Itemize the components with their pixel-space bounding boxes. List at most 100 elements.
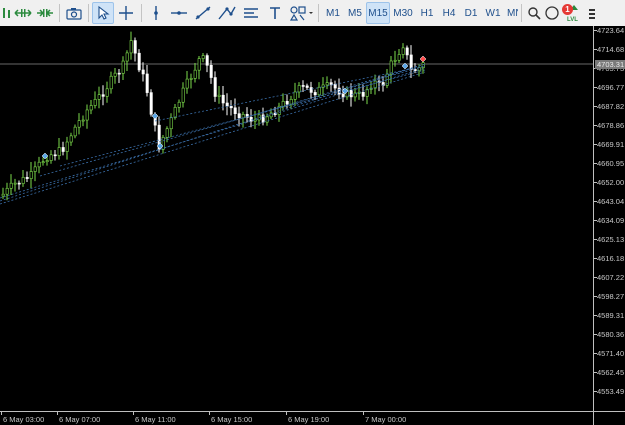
text-tool-button[interactable] (263, 2, 287, 24)
notifications-button[interactable] (543, 2, 563, 24)
levels-icon (589, 9, 595, 19)
candle-body (65, 141, 69, 152)
candle-body (237, 113, 241, 119)
toolbar-separator (59, 4, 60, 22)
tf-d1[interactable]: D1 (460, 2, 482, 24)
tf-m1[interactable]: M1 (322, 2, 344, 24)
candle-body (37, 161, 41, 168)
candle-body (285, 101, 289, 105)
candlestick-chart (0, 31, 593, 205)
search-button[interactable] (525, 2, 543, 24)
candle-body (25, 177, 29, 179)
camera-icon (66, 8, 82, 20)
candle-body (361, 92, 365, 97)
timeframe-bar: M1 M5 M15 M30 H1 H4 D1 W1 MN (322, 2, 518, 24)
candle-body (325, 82, 329, 86)
tf-m15[interactable]: M15 (366, 2, 390, 24)
time-tick (133, 412, 134, 415)
candle-body (185, 78, 189, 89)
text-icon (270, 7, 280, 19)
candle-body (73, 126, 77, 137)
candle-body (105, 88, 109, 97)
price-scale[interactable]: 4723.644714.684705.734696.774687.824678.… (593, 26, 625, 411)
candle-body (305, 85, 309, 88)
more-button[interactable] (585, 2, 599, 24)
candle-body (209, 64, 213, 78)
hline-tool-button[interactable] (167, 2, 191, 24)
candle-body (145, 73, 149, 93)
candle-body (413, 69, 417, 71)
price-label: 4714.68 (597, 45, 625, 54)
time-label: 6 May 15:00 (211, 415, 253, 424)
price-label: 4580.36 (597, 330, 625, 339)
tf-m30[interactable]: M30 (390, 2, 416, 24)
candle-body (9, 182, 13, 189)
candle-body (181, 87, 185, 103)
candle-body (225, 102, 229, 107)
toolbar-separator (141, 4, 142, 22)
trend-line (59, 69, 426, 167)
trendline-tool-button[interactable] (191, 2, 215, 24)
cursor-tool-button[interactable] (92, 2, 114, 24)
candle-body (17, 182, 21, 185)
candle-body (229, 105, 233, 109)
price-label: 4696.77 (597, 83, 625, 92)
channel-icon (218, 6, 236, 20)
candle-body (329, 82, 333, 85)
price-label: 4723.64 (597, 26, 625, 35)
shapes-tool-button[interactable] (287, 2, 315, 24)
crosshair-tool-button[interactable] (114, 2, 138, 24)
price-label: 4571.40 (597, 349, 625, 358)
trend-line (0, 67, 426, 199)
time-tick (286, 412, 287, 415)
price-label: 4643.04 (597, 197, 625, 206)
candle-body (41, 161, 45, 164)
candle-body (33, 166, 37, 172)
trend-line (39, 65, 426, 177)
scale-corner (593, 411, 625, 425)
candle-body (29, 171, 33, 179)
price-label: 4607.22 (597, 273, 625, 282)
notifications-badge: 1 (562, 4, 573, 15)
tf-h4[interactable]: H4 (438, 2, 460, 24)
chart-canvas[interactable] (0, 26, 593, 411)
tf-mn[interactable]: MN (504, 2, 518, 24)
candle-body (101, 94, 105, 97)
time-scale[interactable]: 6 May 03:00 6 May 07:00 6 May 11:00 6 May 1… (0, 411, 593, 425)
candle-body (213, 77, 217, 97)
buy-arrow-icon (151, 112, 159, 120)
candle-body (409, 54, 413, 70)
candle-body (53, 154, 57, 157)
screenshot-button[interactable] (63, 2, 85, 24)
time-label: 7 May 00:00 (365, 415, 407, 424)
candle-body (97, 94, 101, 100)
zoom-in-button[interactable] (12, 2, 34, 24)
search-icon (528, 7, 541, 20)
candle-body (289, 99, 293, 105)
toolbar-separator (88, 4, 89, 22)
fibonacci-icon (244, 8, 258, 18)
candle-body (89, 105, 93, 111)
fib-tool-button[interactable] (239, 2, 263, 24)
bar-chart-button[interactable] (2, 2, 12, 24)
candle-body (317, 86, 321, 96)
tf-w1[interactable]: W1 (482, 2, 504, 24)
time-label: 6 May 19:00 (288, 415, 330, 424)
bar-chart-icon (3, 8, 10, 18)
price-label: 4625.13 (597, 235, 625, 244)
candle-body (217, 94, 221, 97)
time-label: 6 May 07:00 (59, 415, 101, 424)
zoom-out-button[interactable] (34, 2, 56, 24)
channel-tool-button[interactable] (215, 2, 239, 24)
toolbar-separator (521, 4, 522, 22)
trend-line (0, 63, 426, 202)
candle-body (165, 128, 169, 138)
tf-m5[interactable]: M5 (344, 2, 366, 24)
tf-h1[interactable]: H1 (416, 2, 438, 24)
candle-body (141, 69, 145, 75)
candle-body (397, 54, 401, 61)
candle-body (129, 40, 133, 54)
vline-tool-button[interactable] (145, 2, 167, 24)
candle-body (221, 94, 225, 104)
candle-body (313, 92, 317, 96)
